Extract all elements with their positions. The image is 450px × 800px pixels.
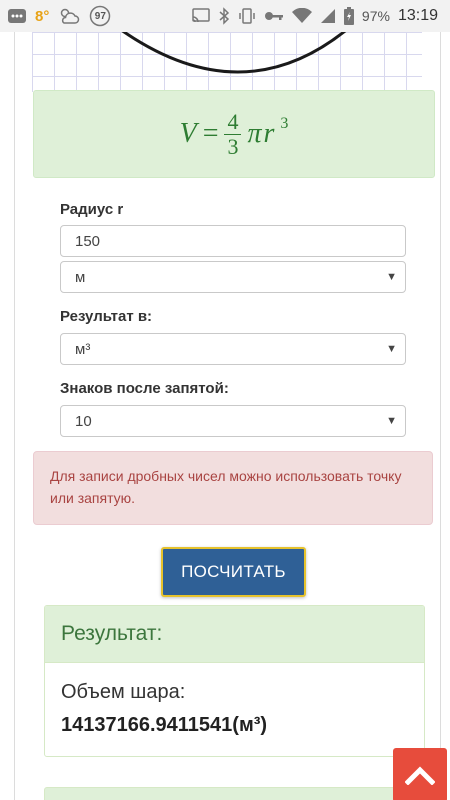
chevron-down-icon: ▼ <box>386 343 397 355</box>
decimals-label: Знаков после запятой: <box>60 380 229 397</box>
formula-exponent: 3 <box>280 115 289 132</box>
formula-equals: = <box>202 118 219 149</box>
formula-variable: r <box>263 118 275 149</box>
decimals-value: 10 <box>75 412 92 430</box>
page-divider-left <box>14 32 15 800</box>
radius-unit-value: м <box>75 268 86 286</box>
clock-time: 13:19 <box>397 7 438 24</box>
scroll-to-top-button[interactable] <box>393 748 447 800</box>
fraction-denominator: 3 <box>227 133 239 159</box>
key-icon <box>264 10 284 22</box>
next-panel-header <box>44 787 425 800</box>
result-panel: Результат: Объем шара: 14137166.9411541(… <box>44 605 425 757</box>
temperature-text: 8° <box>35 7 50 25</box>
radius-unit-select[interactable]: м ▼ <box>60 261 406 293</box>
formula-fraction: 4 3 <box>224 110 242 159</box>
formula-pi: π <box>247 118 262 149</box>
result-unit-select[interactable]: м³ ▼ <box>60 333 406 365</box>
alert-text: Для записи дробных чисел можно использов… <box>50 468 402 506</box>
decimals-select[interactable]: 10 ▼ <box>60 405 406 437</box>
volume-formula-box: V = 4 3 πr3 <box>33 90 435 178</box>
chevron-down-icon: ▼ <box>386 271 397 283</box>
signal-icon <box>320 8 336 24</box>
ellipsis-icon <box>8 9 26 23</box>
notification-badge-icon: 97 <box>89 5 111 27</box>
radius-label: Радиус r <box>60 201 124 218</box>
volume-formula: V = 4 3 πr3 <box>180 110 289 157</box>
formula-lhs: V <box>179 118 197 149</box>
cast-icon <box>192 8 210 24</box>
result-heading: Результат: <box>45 606 424 663</box>
result-unit-label: Результат в: <box>60 308 153 325</box>
result-label: Объем шара: <box>61 681 186 703</box>
battery-icon <box>343 7 354 25</box>
notification-count: 97 <box>94 10 106 22</box>
sphere-outline <box>121 32 347 74</box>
radius-input[interactable]: 150 <box>60 225 406 257</box>
bluetooth-icon <box>218 7 230 25</box>
result-value: 14137166.9411541(м³) <box>61 714 268 736</box>
sphere-diagram <box>32 32 422 92</box>
result-unit-value: м³ <box>75 340 91 358</box>
weather-icon <box>58 7 80 25</box>
wifi-icon <box>291 8 312 24</box>
vibrate-icon <box>238 7 256 25</box>
result-body: Объем шара: 14137166.9411541(м³) <box>45 663 424 737</box>
calculate-button[interactable]: ПОСЧИТАТЬ <box>161 547 306 597</box>
radius-input-value: 150 <box>75 232 101 250</box>
page-content[interactable]: V = 4 3 πr3 Радиус r 150 м ▼ Результат в… <box>0 32 450 800</box>
battery-percent: 97% <box>361 8 390 24</box>
decimal-hint-alert: Для записи дробных чисел можно использов… <box>33 451 433 525</box>
chevron-up-icon <box>405 766 435 785</box>
chevron-down-icon: ▼ <box>386 415 397 427</box>
page-divider-right <box>440 32 441 800</box>
fraction-numerator: 4 <box>224 110 242 135</box>
status-bar: 8° 97 97% 13:19 <box>0 0 450 32</box>
